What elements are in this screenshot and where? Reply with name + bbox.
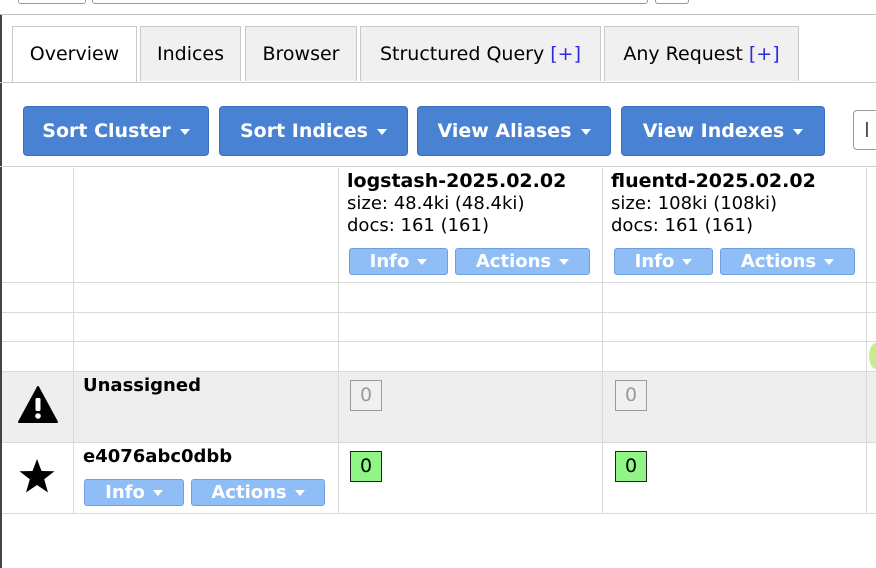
top-strip (0, 0, 876, 15)
assigned-shard[interactable]: 0 (350, 451, 382, 482)
scroll-indicator (869, 343, 876, 369)
warning-icon (18, 386, 58, 423)
caret-down-icon (417, 259, 428, 265)
index-size: size: 48.4ki (48.4ki) (347, 193, 525, 214)
index-name: logstash-2025.02.02 (347, 170, 567, 192)
tab-plus: [+] (550, 43, 582, 65)
index-docs: docs: 161 (161) (611, 215, 753, 236)
index-actions-button[interactable]: Actions (455, 248, 590, 275)
star-icon (19, 459, 55, 493)
node-name: e4076abc0dbb (83, 446, 233, 467)
button-label: Info (634, 251, 675, 272)
grid-column-divider (602, 168, 603, 513)
unassigned-shard[interactable]: 0 (350, 380, 382, 411)
tab-indices[interactable]: Indices (140, 26, 241, 81)
filter-input-text: I (864, 118, 870, 142)
index-name: fluentd-2025.02.02 (611, 170, 816, 192)
grid-line (2, 341, 876, 342)
grid-column-divider (338, 168, 339, 513)
shard-number: 0 (359, 384, 373, 406)
view-indexes-button[interactable]: View Indexes (621, 106, 825, 156)
caret-down-icon (559, 259, 570, 265)
grid-line (2, 513, 876, 514)
tab-label: Indices (156, 43, 225, 65)
button-label: Info (105, 482, 145, 503)
button-label: Info (369, 251, 410, 272)
caret-down-icon (580, 128, 591, 135)
sort-indices-button[interactable]: Sort Indices (219, 106, 408, 156)
grid-line (2, 371, 876, 372)
caret-down-icon (179, 128, 190, 135)
tab-plus: [+] (748, 43, 780, 65)
tab-structured-query[interactable]: Structured Query [+] (360, 26, 601, 81)
grid-line (2, 312, 876, 313)
caret-down-icon (294, 490, 305, 496)
tab-label: Any Request (623, 43, 749, 65)
grid-column-divider (73, 168, 74, 513)
tab-any-request[interactable]: Any Request [+] (604, 26, 799, 81)
caret-down-icon (793, 128, 804, 135)
filter-input[interactable]: I (853, 110, 876, 150)
button-label: View Indexes (642, 120, 785, 142)
shard-number: 0 (359, 455, 373, 477)
shard-number: 0 (624, 455, 638, 477)
tab-label: Structured Query (379, 43, 551, 65)
button-label: Sort Cluster (42, 120, 171, 142)
index-info-button[interactable]: Info (349, 248, 448, 275)
tab-label: Browser (262, 43, 340, 65)
shard-number: 0 (624, 384, 638, 406)
node-info-button[interactable]: Info (84, 479, 184, 506)
index-actions-button[interactable]: Actions (720, 248, 855, 275)
unassigned-label: Unassigned (83, 375, 201, 396)
toolbar-divider (0, 166, 876, 167)
caret-down-icon (824, 259, 835, 265)
view-aliases-button[interactable]: View Aliases (417, 106, 611, 156)
tab-browser[interactable]: Browser (245, 26, 357, 81)
window-edge (0, 0, 2, 568)
tab-overview[interactable]: Overview (12, 26, 137, 83)
button-label: Actions (475, 251, 552, 272)
top-button[interactable] (655, 0, 689, 4)
unassigned-shard[interactable]: 0 (615, 380, 647, 411)
button-label: Actions (740, 251, 817, 272)
grid-column-divider (866, 168, 867, 513)
assigned-shard[interactable]: 0 (615, 451, 647, 482)
sort-cluster-button[interactable]: Sort Cluster (23, 106, 209, 156)
tab-label: Overview (29, 43, 120, 65)
caret-down-icon (682, 259, 693, 265)
grid-line (2, 282, 876, 283)
button-label: Sort Indices (240, 120, 368, 142)
top-field-left[interactable] (18, 0, 86, 4)
index-info-button[interactable]: Info (614, 248, 713, 275)
button-label: Actions (211, 482, 287, 503)
caret-down-icon (376, 128, 387, 135)
button-label: View Aliases (437, 120, 572, 142)
caret-down-icon (152, 490, 163, 496)
index-size: size: 108ki (108ki) (611, 193, 778, 214)
index-docs: docs: 161 (161) (347, 215, 489, 236)
tab-divider (0, 82, 876, 83)
node-actions-button[interactable]: Actions (191, 479, 325, 506)
top-field-main[interactable] (92, 0, 648, 4)
grid-line (2, 442, 876, 443)
